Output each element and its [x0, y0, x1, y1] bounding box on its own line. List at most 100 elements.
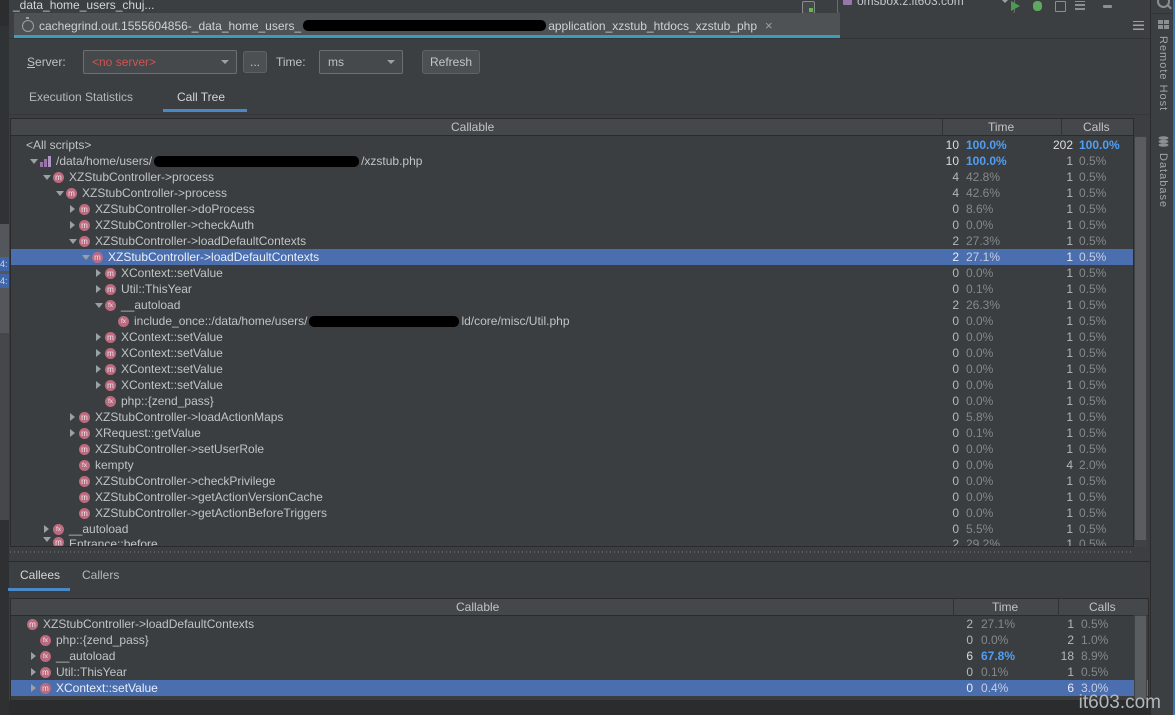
tree-row[interactable]: mXZStubController->doProcess08.6%10.5%	[11, 201, 1133, 217]
tree-row[interactable]: fxkempty00.0%42.0%	[11, 457, 1133, 473]
tree-row[interactable]: mXZStubController->getActionVersionCache…	[11, 489, 1133, 505]
chevron-down-icon[interactable]	[41, 175, 52, 180]
chevron-right-icon[interactable]	[93, 285, 104, 293]
tree-row[interactable]: mXContext::setValue00.0%10.5%	[11, 265, 1133, 281]
time-value: 0	[927, 506, 959, 520]
chevron-right-icon[interactable]	[93, 349, 104, 357]
calls-value: 0.5%	[1079, 426, 1106, 440]
chevron-down-icon[interactable]	[67, 239, 78, 244]
chevron-down-icon[interactable]	[80, 255, 91, 260]
tab-execution-statistics[interactable]: Execution Statistics	[29, 90, 133, 104]
run-button[interactable]	[1011, 1, 1020, 11]
chevron-right-icon[interactable]	[67, 205, 78, 213]
tree-row[interactable]: mXContext::setValue00.0%10.5%	[11, 377, 1133, 393]
scrollbar-thumb[interactable]	[1135, 616, 1146, 699]
chevron-down-icon[interactable]	[54, 191, 65, 196]
open-in-browser-icon[interactable]	[802, 1, 815, 13]
stop-icon[interactable]	[1103, 5, 1112, 8]
column-time[interactable]: Time	[992, 600, 1018, 614]
tabs-list-icon[interactable]	[1133, 21, 1144, 30]
tab-close-icon[interactable]: ×	[765, 19, 773, 32]
chevron-right-icon[interactable]	[67, 429, 78, 437]
time-value: 26.3%	[966, 298, 1000, 312]
tree-row[interactable]: mUtil::ThisYear00.1%10.5%	[11, 281, 1133, 297]
chevron-right-icon[interactable]	[93, 365, 104, 373]
column-callable[interactable]: Callable	[451, 120, 494, 134]
tab-callees[interactable]: Callees	[20, 568, 60, 582]
chevron-down-icon[interactable]	[41, 537, 52, 542]
tree-row[interactable]: mXZStubController->setUserRole00.0%10.5%	[11, 441, 1133, 457]
tree-row[interactable]: /data/home/users//xzstub.php10100.0%10.5…	[11, 153, 1133, 169]
calls-value: 0.5%	[1079, 186, 1106, 200]
tab-callers[interactable]: Callers	[82, 568, 119, 582]
call-tree-table: Callable Time Calls <All scripts>10100.0…	[10, 118, 1134, 547]
tree-row[interactable]: mXContext::setValue00.0%10.5%	[11, 345, 1133, 361]
tree-row[interactable]: fxinclude_once::/data/home/users/ld/core…	[11, 313, 1133, 329]
run-configuration-value: omsbox.z.it603.com	[857, 0, 964, 8]
tree-row[interactable]: fx__autoload667.8%188.9%	[11, 648, 1148, 664]
chevron-right-icon[interactable]	[67, 221, 78, 229]
column-time[interactable]: Time	[988, 120, 1014, 134]
chevron-right-icon[interactable]	[28, 684, 39, 692]
tree-row[interactable]: mXContext::setValue00.4%63.0%	[11, 680, 1148, 696]
browse-servers-button[interactable]: ...	[243, 51, 267, 73]
chevron-right-icon[interactable]	[28, 668, 39, 676]
chevron-right-icon[interactable]	[93, 269, 104, 277]
tree-row[interactable]: fx__autoload05.5%10.5%	[11, 521, 1133, 537]
time-unit-select[interactable]: ms	[319, 50, 403, 74]
tree-row[interactable]: mXZStubController->process442.8%10.5%	[11, 169, 1133, 185]
tree-row[interactable]: mXZStubController->loadDefaultContexts22…	[11, 233, 1133, 249]
tree-row[interactable]: fxphp::{zend_pass}00.0%21.0%	[11, 632, 1148, 648]
callable-label: XContext::setValue	[121, 362, 223, 376]
tab-call-tree[interactable]: Call Tree	[177, 90, 225, 104]
chevron-right-icon[interactable]	[28, 652, 39, 660]
chevron-right-icon[interactable]	[93, 381, 104, 389]
debug-button[interactable]	[1033, 1, 1042, 11]
calls-value: 1	[1041, 490, 1073, 504]
column-calls[interactable]: Calls	[1089, 600, 1116, 614]
tree-row[interactable]: mXRequest::getValue00.1%10.5%	[11, 425, 1133, 441]
coverage-icon[interactable]	[1075, 1, 1085, 10]
tree-row[interactable]: mEntrance::before229.2%10.5%	[11, 537, 1133, 547]
chevron-right-icon[interactable]	[41, 525, 52, 533]
stripe-button-remote-host[interactable]: Remote Host	[1151, 20, 1175, 111]
tree-row[interactable]: mXZStubController->loadDefaultContexts22…	[11, 616, 1148, 632]
stripe-button-database[interactable]: Database	[1151, 136, 1175, 208]
tree-row[interactable]: mXZStubController->getActionBeforeTrigge…	[11, 505, 1133, 521]
tree-row[interactable]: mXZStubController->checkAuth00.0%10.5%	[11, 217, 1133, 233]
tree-row[interactable]: mXContext::setValue00.0%10.5%	[11, 361, 1133, 377]
column-calls[interactable]: Calls	[1083, 120, 1110, 134]
chevron-down-icon[interactable]	[28, 159, 39, 164]
calls-value: 1	[1042, 665, 1074, 679]
scrollbar-track[interactable]	[1134, 615, 1147, 700]
chevron-down-icon[interactable]	[93, 303, 104, 308]
method-icon: m	[92, 252, 103, 263]
column-callable[interactable]: Callable	[456, 600, 499, 614]
listen-debug-icon[interactable]	[1055, 1, 1066, 12]
tree-row[interactable]: <All scripts>10100.0%202100.0%	[11, 137, 1133, 153]
tree-row[interactable]: mXZStubController->loadActionMaps05.8%10…	[11, 409, 1133, 425]
callable-label: XZStubController->loadDefaultContexts	[43, 617, 254, 631]
tree-row[interactable]: mUtil::ThisYear00.1%10.5%	[11, 664, 1148, 680]
splitter-handle[interactable]	[10, 551, 1134, 553]
refresh-button[interactable]: Refresh	[422, 50, 480, 74]
tree-row[interactable]: mXZStubController->checkPrivilege00.0%10…	[11, 473, 1133, 489]
search-icon[interactable]	[1157, 0, 1170, 8]
tab-cachegrind-snapshot[interactable]: cachegrind.out.1555604856-_data_home_use…	[14, 13, 840, 38]
tree-row[interactable]: fxphp::{zend_pass}00.0%10.5%	[11, 393, 1133, 409]
callable-label: kempty	[95, 458, 134, 472]
tree-row[interactable]: mXContext::setValue00.0%10.5%	[11, 329, 1133, 345]
scrollbar-thumb[interactable]	[1135, 137, 1146, 540]
time-value: 0	[927, 282, 959, 296]
chevron-right-icon[interactable]	[67, 413, 78, 421]
scrollbar-track[interactable]	[1134, 136, 1147, 547]
chevron-right-icon[interactable]	[93, 333, 104, 341]
calls-value: 1	[1041, 186, 1073, 200]
callable-label: Util::ThisYear	[121, 282, 192, 296]
tree-row[interactable]: fx__autoload226.3%10.5%	[11, 297, 1133, 313]
run-configuration-select[interactable]: omsbox.z.it603.com	[837, 0, 1015, 13]
tree-row[interactable]: mXZStubController->loadDefaultContexts22…	[11, 249, 1133, 265]
callable-label: <All scripts>	[26, 138, 91, 152]
tree-row[interactable]: mXZStubController->process442.6%10.5%	[11, 185, 1133, 201]
server-select[interactable]: <no server>	[83, 50, 237, 74]
